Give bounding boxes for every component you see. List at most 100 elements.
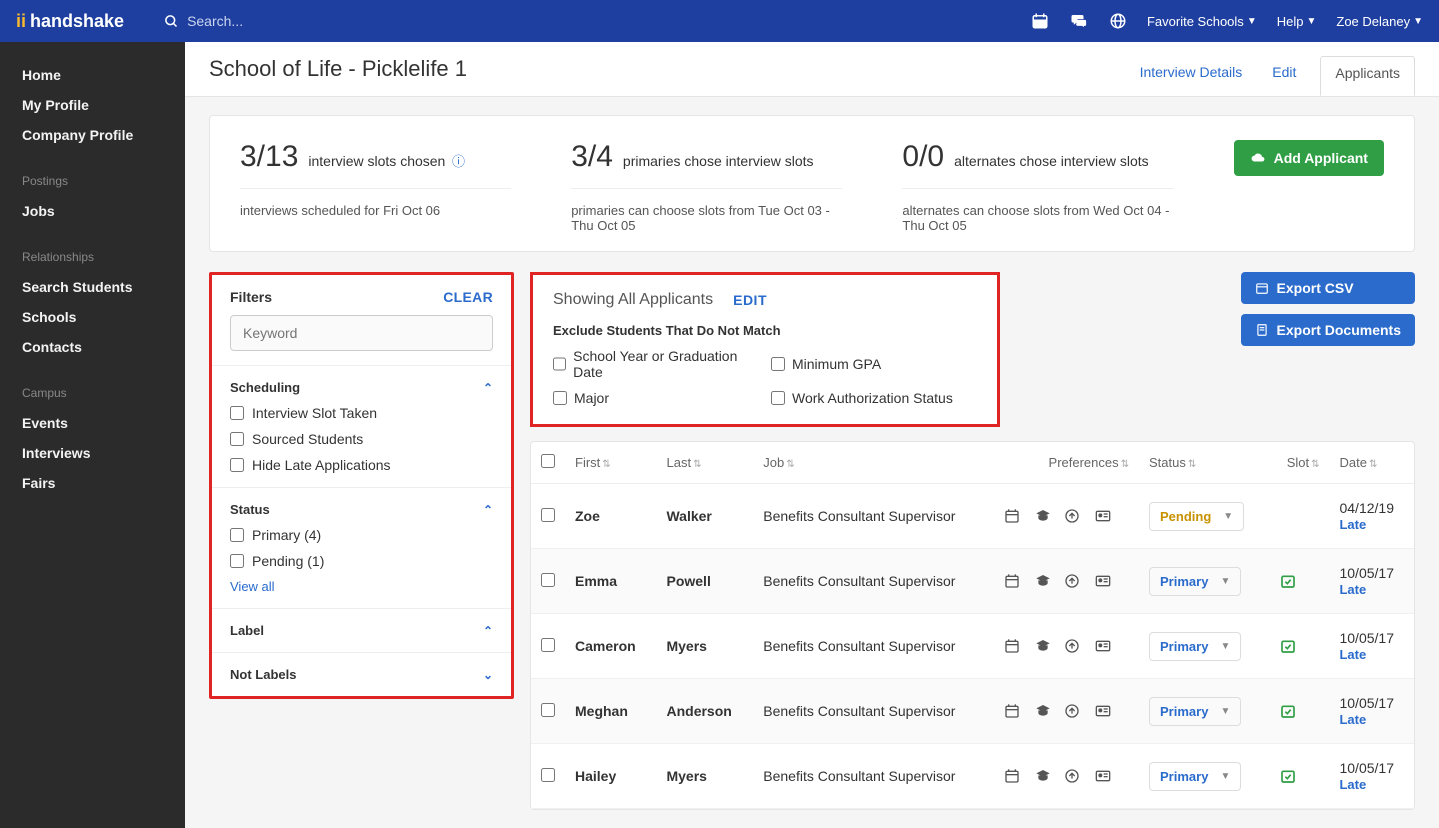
exclude-work-auth[interactable]: Work Authorization Status <box>771 390 977 406</box>
section-scheduling[interactable]: Scheduling ⌃ <box>230 380 493 395</box>
id-card-icon <box>1094 703 1112 719</box>
clear-filters-button[interactable]: CLEAR <box>443 289 493 305</box>
section-status[interactable]: Status ⌃ <box>230 502 493 517</box>
calendar-icon <box>1255 281 1269 295</box>
filter-sourced-students[interactable]: Sourced Students <box>230 431 493 447</box>
filter-primary[interactable]: Primary (4) <box>230 527 493 543</box>
status-select[interactable]: Pending▼ <box>1149 502 1244 531</box>
col-slot[interactable]: Slot⇅ <box>1270 442 1330 484</box>
section-not-labels[interactable]: Not Labels ⌄ <box>230 667 493 682</box>
sidebar-group-postings: Postings <box>0 170 185 196</box>
row-checkbox[interactable] <box>541 768 555 782</box>
sort-icon: ⇅ <box>1121 459 1129 470</box>
col-prefs[interactable]: Preferences⇅ <box>994 442 1139 484</box>
calendar-icon[interactable] <box>1031 12 1049 30</box>
chat-icon[interactable] <box>1069 12 1089 30</box>
col-first[interactable]: First⇅ <box>565 442 656 484</box>
sidebar-group-relationships: Relationships <box>0 246 185 272</box>
col-status[interactable]: Status⇅ <box>1139 442 1270 484</box>
cell-date: 10/05/17Late <box>1329 679 1414 744</box>
upload-icon <box>1064 703 1082 719</box>
export-documents-button[interactable]: Export Documents <box>1241 314 1415 346</box>
sidebar-item-search-students[interactable]: Search Students <box>0 272 185 302</box>
sidebar-item-jobs[interactable]: Jobs <box>0 196 185 226</box>
filter-interview-slot-taken[interactable]: Interview Slot Taken <box>230 405 493 421</box>
row-checkbox[interactable] <box>541 703 555 717</box>
calendar-icon <box>1004 768 1022 784</box>
caret-down-icon: ▼ <box>1413 16 1423 27</box>
row-checkbox[interactable] <box>541 638 555 652</box>
col-job[interactable]: Job⇅ <box>753 442 994 484</box>
exclude-major[interactable]: Major <box>553 390 759 406</box>
cell-prefs <box>994 549 1139 614</box>
chevron-up-icon: ⌃ <box>483 381 493 395</box>
tab-edit[interactable]: Edit <box>1266 56 1302 95</box>
cell-prefs <box>994 744 1139 809</box>
user-menu[interactable]: Zoe Delaney▼ <box>1336 14 1423 29</box>
row-checkbox[interactable] <box>541 508 555 522</box>
status-select[interactable]: Primary▼ <box>1149 567 1241 596</box>
table-row[interactable]: Zoe Walker Benefits Consultant Superviso… <box>531 484 1414 549</box>
id-card-icon <box>1094 638 1112 654</box>
keyword-input[interactable] <box>230 315 493 351</box>
cell-slot <box>1270 679 1330 744</box>
globe-icon[interactable] <box>1109 12 1127 30</box>
table-row[interactable]: Cameron Myers Benefits Consultant Superv… <box>531 614 1414 679</box>
cell-first: Meghan <box>565 679 656 744</box>
sidebar-item-schools[interactable]: Schools <box>0 302 185 332</box>
edit-applicants-filter[interactable]: EDIT <box>733 292 767 308</box>
page-tabs: Interview Details Edit Applicants <box>1134 56 1415 95</box>
table-row[interactable]: Hailey Myers Benefits Consultant Supervi… <box>531 744 1414 809</box>
col-date[interactable]: Date⇅ <box>1329 442 1414 484</box>
filter-hide-late[interactable]: Hide Late Applications <box>230 457 493 473</box>
showing-applicants-box: Showing All Applicants EDIT Exclude Stud… <box>530 272 1000 427</box>
help-menu[interactable]: Help▼ <box>1277 14 1317 29</box>
status-select[interactable]: Primary▼ <box>1149 697 1241 726</box>
row-checkbox[interactable] <box>541 573 555 587</box>
info-icon[interactable]: ⓘ <box>448 154 465 169</box>
col-last[interactable]: Last⇅ <box>656 442 753 484</box>
search-box[interactable]: Search... <box>164 13 1031 29</box>
exclude-school-year[interactable]: School Year or Graduation Date <box>553 348 759 380</box>
view-all-status[interactable]: View all <box>230 579 493 594</box>
logo[interactable]: ii handshake <box>16 11 124 32</box>
exclude-min-gpa[interactable]: Minimum GPA <box>771 348 977 380</box>
upload-icon <box>1064 638 1082 654</box>
tab-applicants[interactable]: Applicants <box>1320 56 1415 96</box>
page-title: School of Life - Picklelife 1 <box>209 56 467 96</box>
add-applicant-button[interactable]: Add Applicant <box>1234 140 1384 176</box>
select-all-checkbox[interactable] <box>541 454 555 468</box>
table-row[interactable]: Emma Powell Benefits Consultant Supervis… <box>531 549 1414 614</box>
export-csv-button[interactable]: Export CSV <box>1241 272 1415 304</box>
table-row[interactable]: Meghan Anderson Benefits Consultant Supe… <box>531 679 1414 744</box>
favorite-schools-menu[interactable]: Favorite Schools▼ <box>1147 14 1257 29</box>
cell-slot <box>1270 744 1330 809</box>
stats-card: 3/13 interview slots chosen ⓘ interviews… <box>209 115 1415 252</box>
exclude-title: Exclude Students That Do Not Match <box>553 323 977 338</box>
tab-interview-details[interactable]: Interview Details <box>1134 56 1249 95</box>
status-select[interactable]: Primary▼ <box>1149 632 1241 661</box>
applicants-table: First⇅ Last⇅ Job⇅ Preferences⇅ Status⇅ S… <box>530 441 1415 810</box>
sidebar-item-home[interactable]: Home <box>0 60 185 90</box>
upload-icon <box>1064 768 1082 784</box>
caret-down-icon: ▼ <box>1247 16 1257 27</box>
sidebar-item-contacts[interactable]: Contacts <box>0 332 185 362</box>
sort-icon: ⇅ <box>1311 459 1319 470</box>
status-select[interactable]: Primary▼ <box>1149 762 1241 791</box>
sidebar-item-fairs[interactable]: Fairs <box>0 468 185 498</box>
stat-sub-alternates: alternates can choose slots from Wed Oct… <box>902 203 1173 233</box>
stat-num-primaries: 3/4 <box>571 140 613 174</box>
cloud-icon <box>1250 151 1266 165</box>
sidebar-item-interviews[interactable]: Interviews <box>0 438 185 468</box>
stat-sub-primaries: primaries can choose slots from Tue Oct … <box>571 203 842 233</box>
sidebar-item-events[interactable]: Events <box>0 408 185 438</box>
cell-last: Myers <box>656 614 753 679</box>
sidebar-group-campus: Campus <box>0 382 185 408</box>
sidebar-item-company-profile[interactable]: Company Profile <box>0 120 185 150</box>
section-label[interactable]: Label ⌃ <box>230 623 493 638</box>
grad-cap-icon <box>1034 768 1052 784</box>
filter-pending[interactable]: Pending (1) <box>230 553 493 569</box>
sort-icon: ⇅ <box>1188 459 1196 470</box>
sidebar-item-my-profile[interactable]: My Profile <box>0 90 185 120</box>
brand-name: handshake <box>30 11 124 32</box>
